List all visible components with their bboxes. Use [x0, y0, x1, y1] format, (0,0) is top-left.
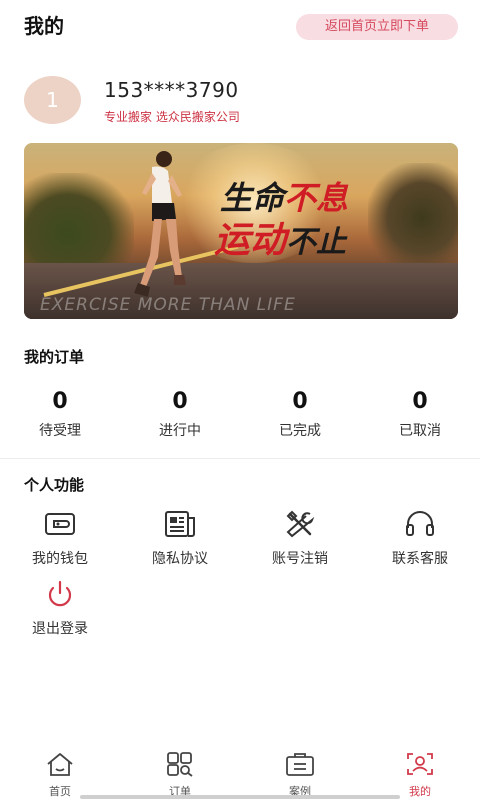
tab-mine[interactable]: 我的	[360, 751, 480, 799]
logout-button[interactable]: 退出登录	[0, 580, 120, 638]
banner-caption: EXERCISE MORE THAN LIFE	[40, 295, 296, 315]
banner-headline-2: 运动不止	[214, 211, 346, 263]
wallet-icon	[45, 513, 75, 535]
privacy-policy-button[interactable]: 隐私协议	[120, 510, 240, 568]
banner-trees-left	[24, 173, 134, 273]
back-to-home-button[interactable]: 返回首页立即下单	[296, 14, 458, 40]
stat-count: 0	[412, 389, 428, 414]
contact-support-label: 联系客服	[392, 551, 448, 567]
header: 我的 返回首页立即下单	[0, 0, 480, 56]
logout-label: 退出登录	[32, 621, 88, 637]
stat-label: 待受理	[39, 423, 81, 439]
banner-trees-right	[368, 163, 458, 273]
stat-cancelled[interactable]: 0 已取消	[360, 388, 480, 440]
stat-in-progress[interactable]: 0 进行中	[120, 388, 240, 440]
avatar[interactable]: 1	[24, 76, 81, 124]
delete-account-label: 账号注销	[272, 551, 328, 567]
bottom-tab-bar: 首页 订单 案例 我的	[0, 745, 480, 800]
stat-count: 0	[172, 389, 188, 414]
privacy-policy-label: 隐私协议	[152, 551, 208, 567]
home-icon	[47, 753, 73, 776]
stat-label: 已取消	[399, 423, 441, 439]
contact-support-button[interactable]: 联系客服	[360, 510, 480, 568]
functions-section-title: 个人功能	[24, 476, 85, 494]
wallet-button[interactable]: 我的钱包	[0, 510, 120, 568]
orders-section-title: 我的订单	[24, 348, 85, 366]
functions-grid: 我的钱包 隐私协议 账号注销 联系客服 退出登录	[0, 510, 480, 640]
stat-count: 0	[292, 389, 308, 414]
banner-headline-2-dark: 不止	[286, 225, 347, 260]
banner-headline-2-red: 运动	[214, 220, 287, 261]
wallet-label: 我的钱包	[32, 551, 88, 567]
stat-completed[interactable]: 0 已完成	[240, 388, 360, 440]
power-icon	[48, 580, 72, 607]
document-icon	[165, 511, 195, 537]
delete-account-button[interactable]: 账号注销	[240, 510, 360, 568]
banner-image[interactable]: 生命不息 运动不止 EXERCISE MORE THAN LIFE	[24, 143, 458, 319]
profile-card[interactable]: 1 153****3790 专业搬家 选众民搬家公司	[24, 76, 464, 126]
stat-pending[interactable]: 0 待受理	[0, 388, 120, 440]
stat-label: 进行中	[159, 423, 201, 439]
user-phone: 153****3790	[104, 78, 239, 102]
user-scan-icon	[407, 753, 433, 775]
order-stats: 0 待受理 0 进行中 0 已完成 0 已取消	[0, 388, 480, 440]
headset-icon	[406, 511, 434, 536]
stat-label: 已完成	[279, 423, 321, 439]
page-title: 我的	[24, 14, 64, 38]
tools-icon	[286, 510, 315, 538]
section-divider	[0, 458, 480, 459]
runner-figure	[134, 151, 186, 297]
tab-orders[interactable]: 订单	[120, 751, 240, 799]
case-icon	[286, 753, 314, 776]
company-slogan: 专业搬家 选众民搬家公司	[104, 110, 240, 124]
tab-home[interactable]: 首页	[0, 751, 120, 799]
home-indicator	[80, 795, 400, 799]
grid-search-icon	[167, 752, 193, 777]
tab-cases[interactable]: 案例	[240, 751, 360, 799]
stat-count: 0	[52, 389, 68, 414]
